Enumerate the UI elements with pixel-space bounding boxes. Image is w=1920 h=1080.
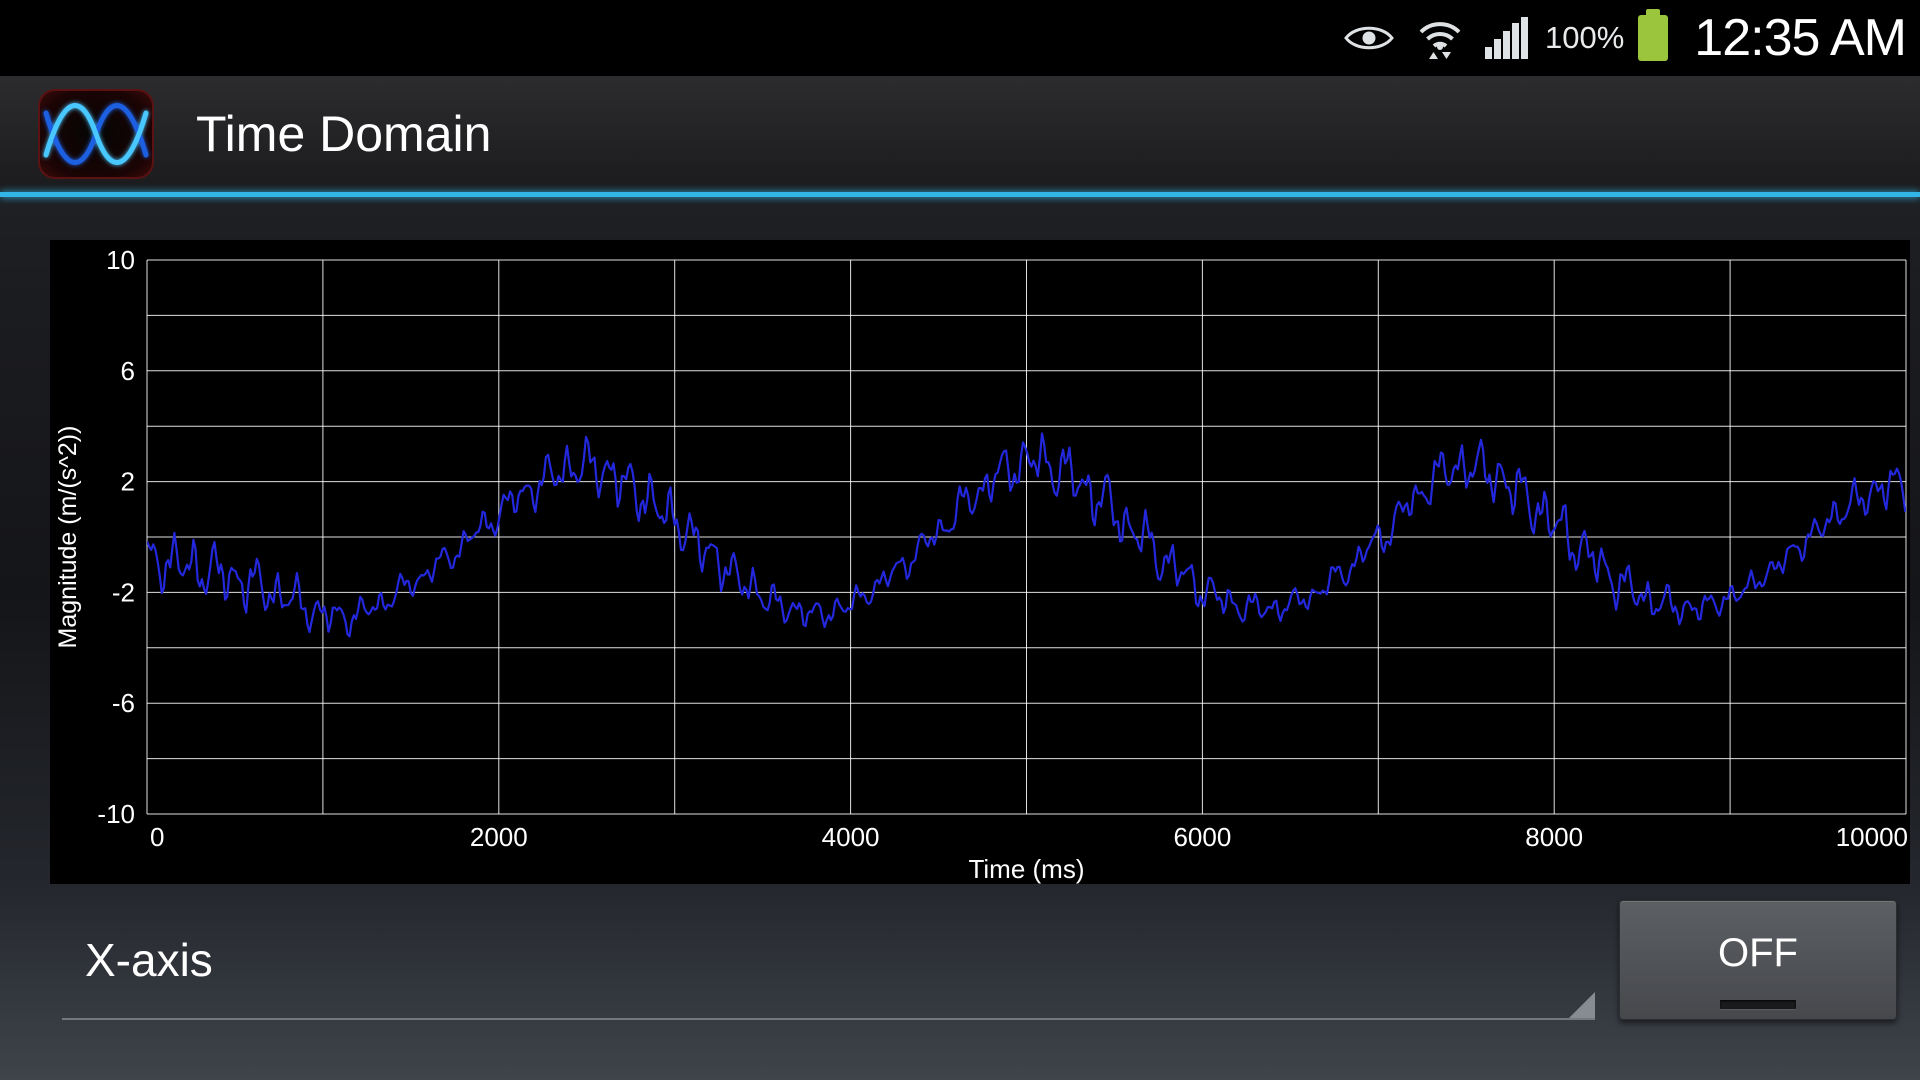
screen: 100% 12:35 AM Time Doma [0, 0, 1920, 1080]
wifi-download-arrow-icon [1442, 52, 1451, 59]
status-clock: 12:35 AM [1694, 8, 1906, 68]
svg-text:-6: -6 [112, 688, 135, 718]
time-domain-chart: 0 2000 4000 6000 8000 10000 10 6 2 -2 -6 -10 Time (m… [50, 240, 1910, 884]
spinner-underline [62, 1018, 1595, 1020]
battery-icon [1638, 15, 1668, 61]
svg-text:4000: 4000 [822, 822, 880, 852]
svg-text:Time (ms): Time (ms) [968, 854, 1084, 884]
time-domain-chart-panel: 0 2000 4000 6000 8000 10000 10 6 2 -2 -6 -10 Time (m… [50, 240, 1910, 884]
spinner-selected-value: X-axis [85, 933, 213, 987]
signal-strength-icon [1485, 17, 1529, 59]
svg-text:6: 6 [121, 356, 135, 386]
status-bar: 100% 12:35 AM [0, 0, 1920, 76]
svg-text:Magnitude (m/(s^2)): Magnitude (m/(s^2)) [54, 426, 82, 649]
svg-text:8000: 8000 [1525, 822, 1583, 852]
page-title: Time Domain [196, 105, 491, 163]
svg-text:0: 0 [150, 822, 164, 852]
x-axis-spinner[interactable]: X-axis [62, 925, 1595, 1020]
svg-text:-10: -10 [97, 799, 135, 829]
svg-text:10: 10 [106, 245, 135, 275]
svg-text:2: 2 [121, 467, 135, 497]
toggle-state-indicator [1720, 1000, 1796, 1009]
toggle-label: OFF [1718, 931, 1798, 976]
sensor-toggle-button[interactable]: OFF [1619, 900, 1897, 1020]
action-bar: Time Domain [0, 76, 1920, 192]
wifi-icon [1417, 16, 1463, 60]
spinner-dropdown-arrow-icon [1569, 992, 1595, 1018]
battery-percent-label: 100% [1545, 20, 1624, 56]
svg-text:10000: 10000 [1836, 822, 1908, 852]
wifi-upload-arrow-icon [1429, 52, 1438, 59]
svg-text:-2: -2 [112, 577, 135, 607]
actionbar-accent-line [0, 192, 1920, 197]
svg-text:6000: 6000 [1173, 822, 1231, 852]
app-icon [38, 89, 154, 179]
svg-text:2000: 2000 [470, 822, 528, 852]
smart-stay-eye-icon [1343, 21, 1395, 55]
